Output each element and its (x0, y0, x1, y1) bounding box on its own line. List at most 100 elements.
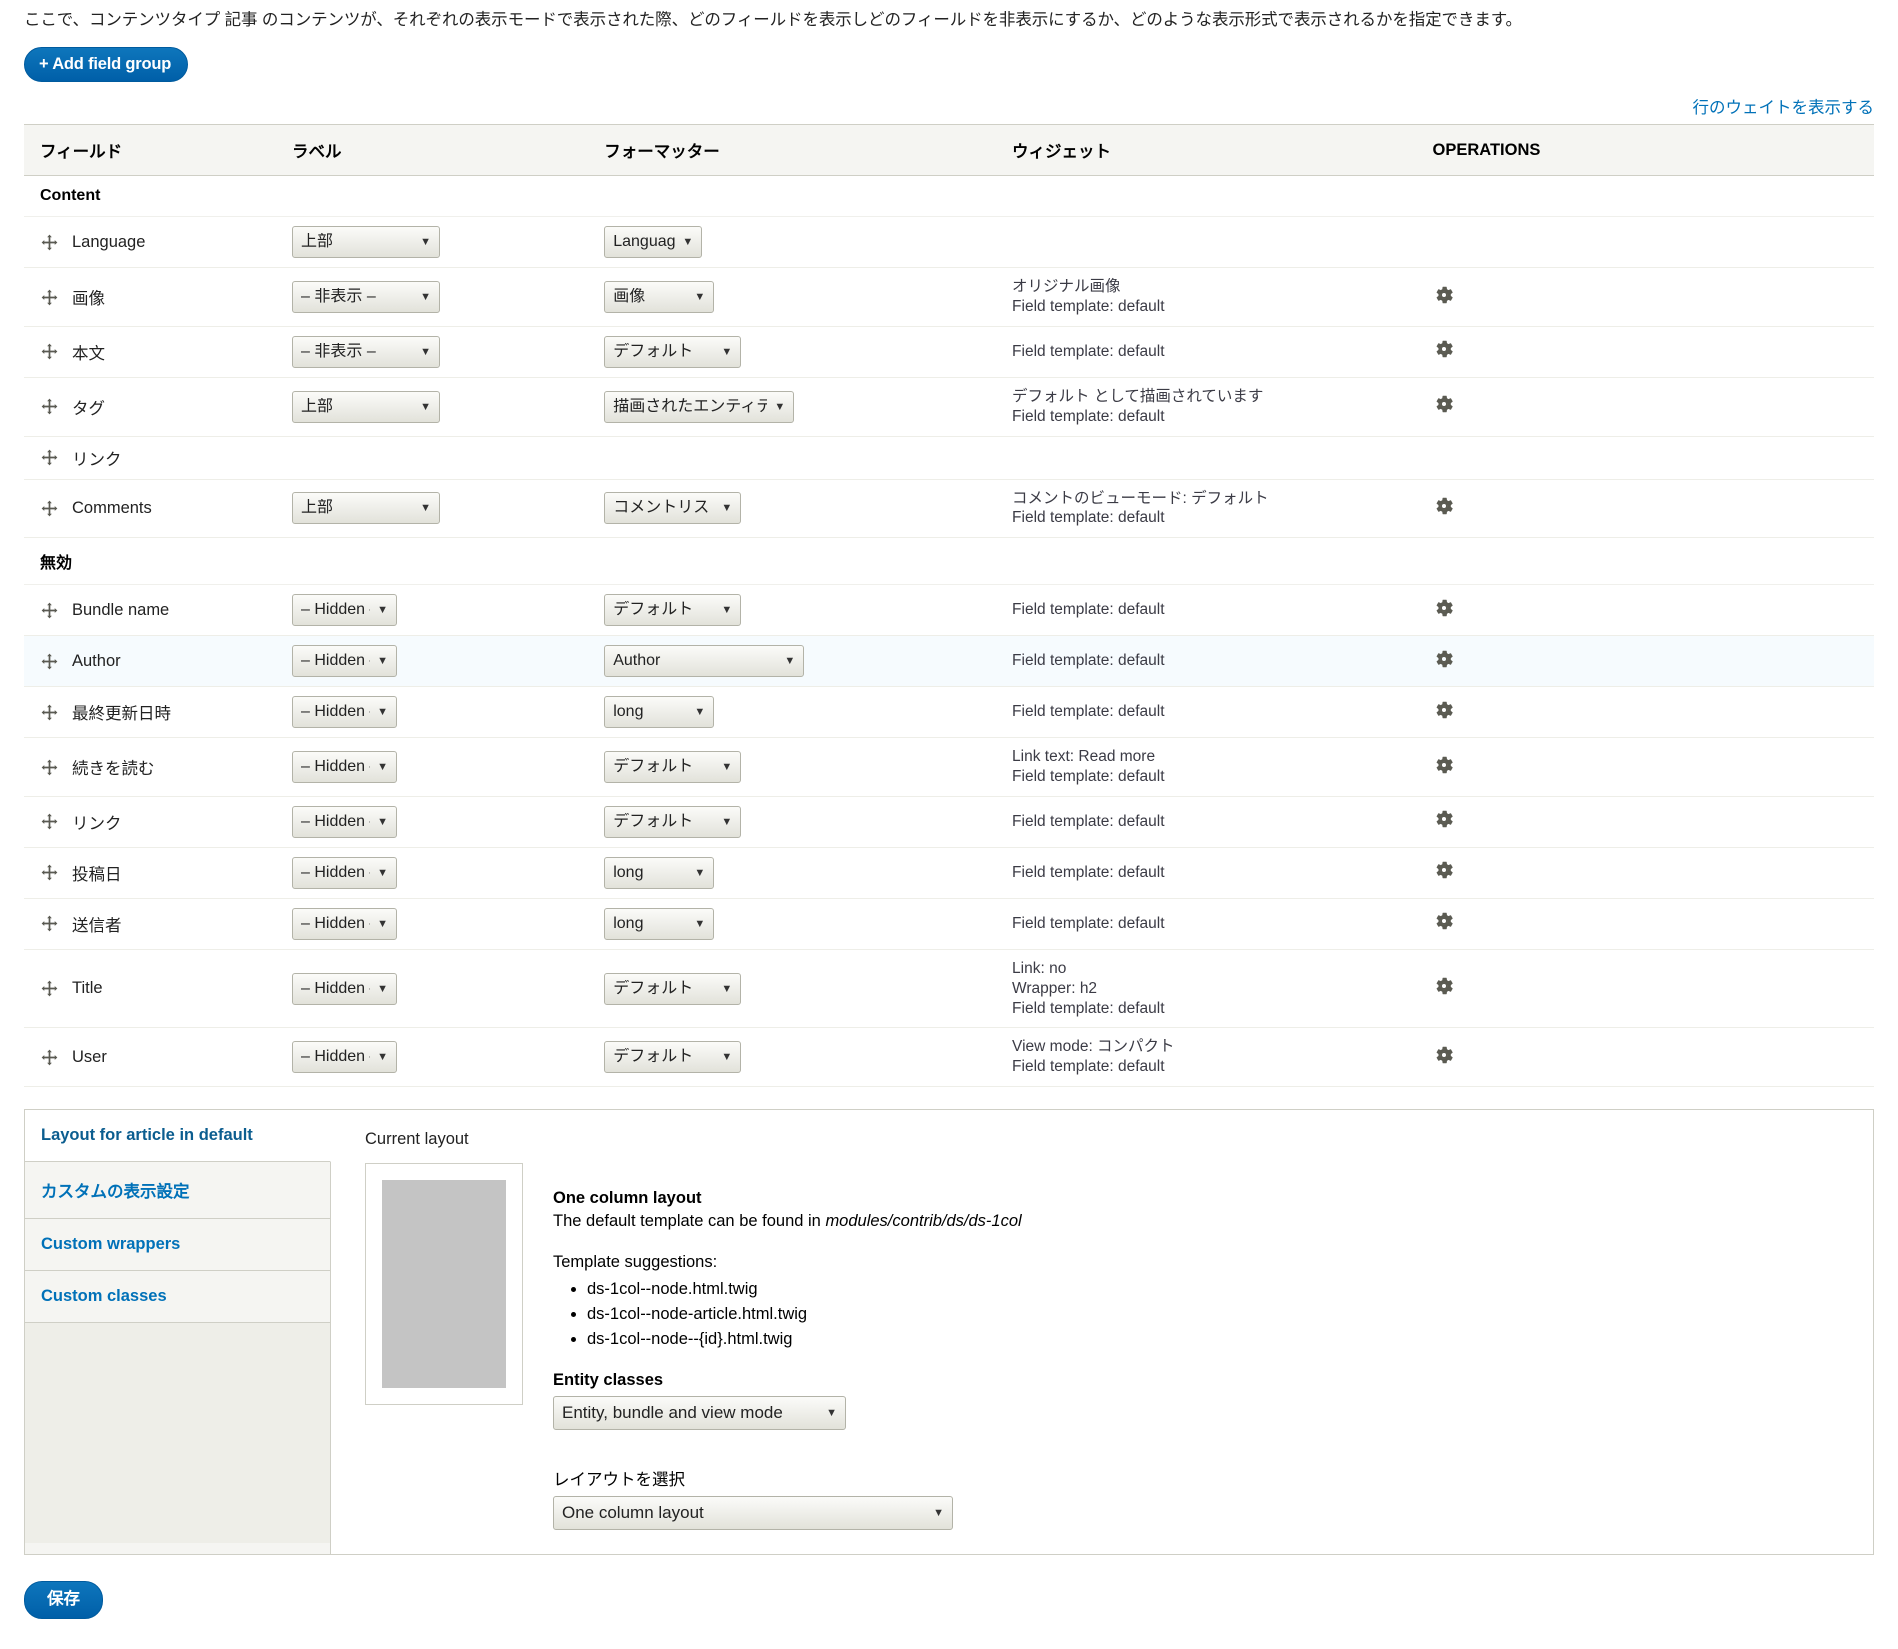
gear-icon[interactable] (1433, 648, 1455, 670)
vertical-tab-label[interactable]: Layout for article in default (41, 1126, 253, 1144)
label-select[interactable]: – Hidden – (292, 972, 398, 1005)
label-select[interactable]: 上部 (292, 226, 441, 259)
vertical-tab-3[interactable]: Custom classes (25, 1271, 330, 1324)
formatter-select[interactable]: Author (604, 645, 805, 678)
formatter-select[interactable]: デフォルト (604, 751, 742, 784)
gear-icon[interactable] (1433, 754, 1455, 776)
label-select-wrap[interactable]: – Hidden – ▼ (292, 972, 398, 1005)
formatter-select-wrap[interactable]: デフォルト ▼ (604, 805, 742, 838)
label-select[interactable]: – 非表示 – (292, 335, 441, 368)
formatter-select[interactable]: デフォルト (604, 805, 742, 838)
gear-icon[interactable] (1433, 699, 1455, 721)
save-button[interactable]: 保存 (24, 1581, 103, 1619)
gear-icon[interactable] (1433, 393, 1455, 415)
gear-icon[interactable] (1433, 597, 1455, 619)
label-select-wrap[interactable]: – Hidden – ▼ (292, 696, 398, 729)
formatter-select-wrap[interactable]: コメントリスト ▼ (604, 492, 742, 525)
vertical-tab-label[interactable]: Custom wrappers (41, 1235, 180, 1253)
gear-icon[interactable] (1433, 284, 1455, 306)
drag-handle-icon[interactable] (40, 449, 58, 467)
formatter-select-wrap[interactable]: デフォルト ▼ (604, 594, 742, 627)
formatter-select[interactable]: long (604, 907, 715, 940)
formatter-select-wrap[interactable]: デフォルト ▼ (604, 972, 742, 1005)
formatter-select-wrap[interactable]: Language ▼ (604, 226, 703, 259)
label-select-wrap[interactable]: – Hidden – ▼ (292, 856, 398, 889)
drag-handle-icon[interactable] (40, 980, 58, 998)
label-select-wrap[interactable]: – 非表示 – ▼ (292, 281, 441, 314)
vertical-tab-2[interactable]: Custom wrappers (25, 1219, 330, 1272)
label-select[interactable]: – Hidden – (292, 751, 398, 784)
label-select[interactable]: – 非表示 – (292, 281, 441, 314)
drag-handle-icon[interactable] (40, 601, 58, 619)
layout-select-wrap[interactable]: One column layout ▼ (553, 1496, 953, 1531)
label-select-wrap[interactable]: – Hidden – ▼ (292, 907, 398, 940)
formatter-select-wrap[interactable]: デフォルト ▼ (604, 751, 742, 784)
layout-select[interactable]: One column layout (553, 1496, 953, 1531)
formatter-select[interactable]: 画像 (604, 281, 715, 314)
label-select[interactable]: – Hidden – (292, 1041, 398, 1074)
formatter-select[interactable]: コメントリスト (604, 492, 742, 525)
label-select-wrap[interactable]: 上部 ▼ (292, 492, 441, 525)
gear-icon[interactable] (1433, 975, 1455, 997)
label-select-wrap[interactable]: – Hidden – ▼ (292, 805, 398, 838)
label-select-wrap[interactable]: – 非表示 – ▼ (292, 335, 441, 368)
drag-handle-icon[interactable] (40, 398, 58, 416)
label-select[interactable]: – Hidden – (292, 594, 398, 627)
drag-handle-icon[interactable] (40, 813, 58, 831)
vertical-tab-label[interactable]: Custom classes (41, 1287, 167, 1305)
drag-handle-icon[interactable] (40, 343, 58, 361)
gear-icon[interactable] (1433, 338, 1455, 360)
gear-icon[interactable] (1433, 910, 1455, 932)
formatter-select[interactable]: デフォルト (604, 335, 742, 368)
formatter-select[interactable]: デフォルト (604, 594, 742, 627)
formatter-select-wrap[interactable]: long ▼ (604, 696, 715, 729)
label-select[interactable]: 上部 (292, 390, 441, 423)
label-select[interactable]: – Hidden – (292, 805, 398, 838)
entity-classes-select-wrap[interactable]: Entity, bundle and view mode ▼ (553, 1396, 846, 1431)
formatter-select[interactable]: Language (604, 226, 703, 259)
formatter-select[interactable]: 描画されたエンティティ (604, 390, 795, 423)
formatter-select[interactable]: デフォルト (604, 972, 742, 1005)
entity-classes-select[interactable]: Entity, bundle and view mode (553, 1396, 846, 1431)
vertical-tab-1[interactable]: カスタムの表示設定 (25, 1162, 330, 1220)
drag-handle-icon[interactable] (40, 1048, 58, 1066)
gear-icon[interactable] (1433, 808, 1455, 830)
label-select[interactable]: 上部 (292, 492, 441, 525)
drag-handle-icon[interactable] (40, 864, 58, 882)
add-field-group-button[interactable]: + Add field group (24, 46, 189, 83)
vertical-tab-0[interactable]: Layout for article in default (25, 1110, 331, 1163)
formatter-select[interactable]: long (604, 696, 715, 729)
formatter-select-wrap[interactable]: デフォルト ▼ (604, 1041, 742, 1074)
label-select-wrap[interactable]: – Hidden – ▼ (292, 751, 398, 784)
drag-handle-icon[interactable] (40, 758, 58, 776)
drag-handle-icon[interactable] (40, 233, 58, 251)
formatter-select[interactable]: デフォルト (604, 1041, 742, 1074)
formatter-select-wrap[interactable]: 描画されたエンティティ ▼ (604, 390, 795, 423)
drag-handle-icon[interactable] (40, 499, 58, 517)
gear-icon[interactable] (1433, 495, 1455, 517)
label-select[interactable]: – Hidden – (292, 696, 398, 729)
drag-handle-icon[interactable] (40, 652, 58, 670)
formatter-select-wrap[interactable]: Author ▼ (604, 645, 805, 678)
label-select-wrap[interactable]: – Hidden – ▼ (292, 645, 398, 678)
label-select[interactable]: – Hidden – (292, 856, 398, 889)
drag-handle-icon[interactable] (40, 915, 58, 933)
gear-icon[interactable] (1433, 1044, 1455, 1066)
label-select-wrap[interactable]: – Hidden – ▼ (292, 594, 398, 627)
formatter-select-wrap[interactable]: 画像 ▼ (604, 281, 715, 314)
label-select-wrap[interactable]: 上部 ▼ (292, 390, 441, 423)
formatter-select-wrap[interactable]: long ▼ (604, 907, 715, 940)
formatter-select-wrap[interactable]: long ▼ (604, 856, 715, 889)
label-select[interactable]: – Hidden – (292, 645, 398, 678)
gear-icon[interactable] (1433, 859, 1455, 881)
label-select-wrap[interactable]: – Hidden – ▼ (292, 1041, 398, 1074)
formatter-select-wrap[interactable]: デフォルト ▼ (604, 335, 742, 368)
drag-handle-icon[interactable] (40, 288, 58, 306)
label-select-wrap[interactable]: 上部 ▼ (292, 226, 441, 259)
vertical-tab-label[interactable]: カスタムの表示設定 (41, 1183, 190, 1201)
drag-handle-icon[interactable] (40, 703, 58, 721)
field-label: リンク (72, 814, 122, 833)
formatter-select[interactable]: long (604, 856, 715, 889)
label-select[interactable]: – Hidden – (292, 907, 398, 940)
show-row-weights-link[interactable]: 行のウェイトを表示する (1693, 99, 1875, 117)
